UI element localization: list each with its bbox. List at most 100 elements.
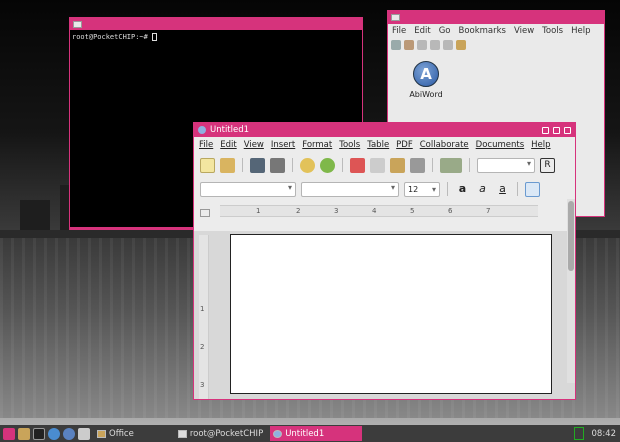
file-manager-toolbar [388,38,604,52]
ruler-tick: 6 [448,207,453,215]
abiword-window-title: Untitled1 [210,125,250,135]
file-manager-menubar: File Edit Go Bookmarks View Tools Help [388,24,604,38]
taskbar-office-label: Office [109,428,134,439]
underline-icon[interactable]: a [495,182,510,197]
ruler-corner[interactable] [200,209,210,217]
ruler-tick: 4 [372,207,377,215]
folder-up-icon[interactable] [456,40,466,50]
menu-tools[interactable]: Tools [339,140,360,150]
toolbar-separator [292,158,293,172]
insert-table-icon[interactable] [440,157,462,173]
abiword-launcher-icon[interactable] [63,427,75,440]
abiword-app-icon [198,126,206,134]
align-center-icon[interactable] [545,182,560,197]
cut-icon[interactable] [350,157,365,173]
fm-menu-edit[interactable]: Edit [414,26,430,36]
taskbar: Office root@PocketCHIP Untitled1 08:42 [0,425,620,442]
vruler-tick: 3 [200,381,205,389]
copy-icon[interactable] [370,157,385,173]
fm-menu-tools[interactable]: Tools [542,26,563,36]
ruler-tick: 2 [296,207,301,215]
maximize-button[interactable] [553,126,560,134]
vruler-tick: 2 [200,343,205,351]
abiword-launcher[interactable]: A AbiWord [406,61,446,99]
close-button[interactable] [564,126,571,134]
terminal-titlebar[interactable] [70,18,362,30]
ruler-tick: 7 [486,207,491,215]
style-combo[interactable] [477,157,535,173]
redo-icon[interactable] [320,157,335,173]
open-folder-icon[interactable] [220,157,235,173]
files-icon[interactable] [18,427,30,440]
standard-toolbar: R [194,153,575,177]
menu-pdf[interactable]: PDF [396,140,413,150]
abiword-task-icon [273,429,283,438]
terminal-prompt: root@PocketCHIP:~# [72,33,148,41]
file-manager-titlebar[interactable] [388,11,604,24]
up-icon[interactable] [417,40,427,50]
document-page[interactable] [230,234,552,394]
bold-icon[interactable]: a [455,182,470,197]
new-document-icon[interactable] [200,157,215,173]
back-icon[interactable] [391,40,401,50]
menu-icon[interactable] [3,427,15,440]
forward-icon[interactable] [404,40,414,50]
menu-insert[interactable]: Insert [271,140,295,150]
toolbar-separator [469,158,470,172]
abiword-titlebar[interactable]: Untitled1 [194,123,575,137]
fm-menu-file[interactable]: File [392,26,406,36]
toolbar-separator [242,158,243,172]
italic-icon[interactable]: a [475,182,490,197]
reload-icon[interactable] [443,40,453,50]
terminal-cursor [152,33,158,41]
menu-table[interactable]: Table [367,140,389,150]
abiword-launcher-label: AbiWord [409,90,443,99]
font-size-value: 12 [408,184,419,194]
fm-menu-go[interactable]: Go [439,26,451,36]
horizontal-ruler[interactable]: 1 2 3 4 5 6 7 [220,205,538,217]
battery-icon [573,427,584,440]
ruler-tick: 1 [256,207,261,215]
format-painter-icon[interactable] [410,157,425,173]
menu-edit[interactable]: Edit [220,140,236,150]
terminal-task-icon [177,429,187,438]
taskbar-abiword[interactable]: Untitled1 [270,426,363,441]
paste-icon[interactable] [390,157,405,173]
taskbar-terminal[interactable]: root@PocketCHIP [175,426,266,441]
abiword-menubar: File Edit View Insert Format Tools Table… [194,137,575,153]
menu-view[interactable]: View [244,140,264,150]
vertical-scrollbar[interactable] [567,199,575,383]
menu-file[interactable]: File [199,140,213,150]
paragraph-style-combo[interactable] [200,181,296,197]
menu-collaborate[interactable]: Collaborate [420,140,469,150]
document-area[interactable]: 1 2 3 [194,231,575,399]
terminal-icon [73,20,82,28]
taskbar-office[interactable]: Office [94,426,137,441]
terminal-output[interactable]: root@PocketCHIP:~# [70,30,362,44]
print-icon[interactable] [270,157,285,173]
abiword-window[interactable]: Untitled1 File Edit View Insert Format T… [193,122,576,400]
menu-help[interactable]: Help [531,140,550,150]
align-left-icon[interactable] [525,181,540,197]
globe-icon[interactable] [48,427,60,440]
font-family-combo[interactable] [301,181,399,197]
save-icon[interactable] [250,157,265,173]
ruler-r-icon[interactable]: R [540,157,555,173]
toolbar-separator [432,158,433,172]
taskbar-abiword-label: Untitled1 [285,428,325,439]
undo-icon[interactable] [300,157,315,173]
terminal-launcher-icon[interactable] [33,427,45,440]
font-size-combo[interactable]: 12 [404,181,440,197]
minimize-button[interactable] [542,126,549,134]
scrollbar-thumb[interactable] [568,201,574,271]
fm-menu-view[interactable]: View [514,26,534,36]
format-toolbar: 12 a a a [194,177,575,201]
menu-format[interactable]: Format [302,140,332,150]
menu-documents[interactable]: Documents [476,140,524,150]
vertical-ruler[interactable]: 1 2 3 [199,235,209,399]
fm-menu-help[interactable]: Help [571,26,590,36]
ruler-tick: 5 [410,207,415,215]
home-icon[interactable] [430,40,440,50]
fm-menu-bookmarks[interactable]: Bookmarks [459,26,507,36]
desktop-icon[interactable] [78,427,90,440]
